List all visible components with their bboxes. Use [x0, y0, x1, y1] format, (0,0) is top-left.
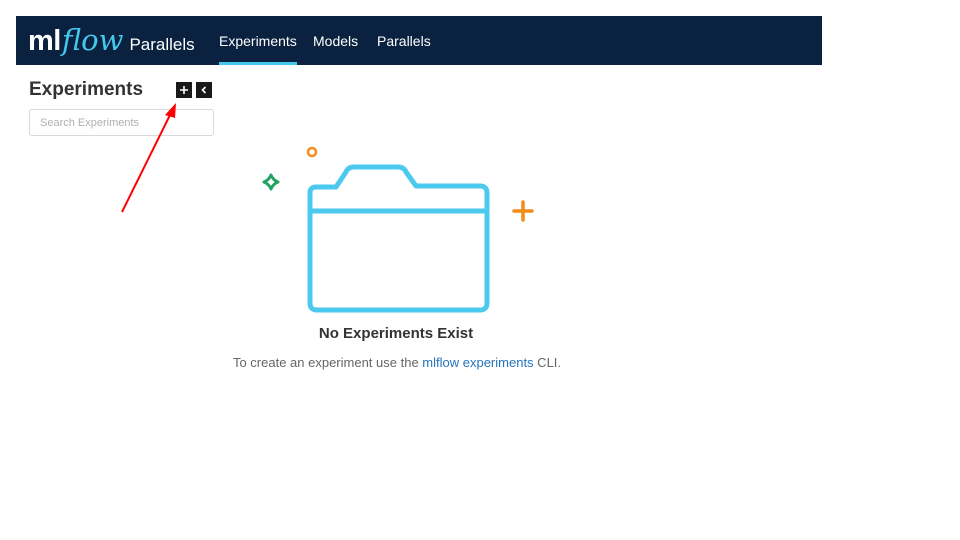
- chevron-left-icon: [201, 86, 207, 94]
- logo-product-text: Parallels: [129, 35, 195, 54]
- collapse-sidebar-button[interactable]: [196, 82, 212, 98]
- mlflow-logo[interactable]: ml flow Parallels: [28, 23, 195, 57]
- empty-desc-prefix: To create an experiment use the: [232, 355, 423, 370]
- mlflow-experiments-cli-link[interactable]: mlflow experiments: [422, 355, 533, 370]
- sidebar-title: Experiments: [29, 79, 144, 100]
- add-experiment-button[interactable]: [176, 82, 192, 98]
- empty-desc-suffix: CLI.: [533, 355, 562, 370]
- plus-icon: [180, 86, 188, 94]
- nav-experiments[interactable]: Experiments: [219, 16, 297, 65]
- logo-ml-text: ml: [28, 25, 61, 57]
- folder-icon: [307, 164, 490, 313]
- empty-state-description: To create an experiment use the mlflow e…: [180, 355, 614, 370]
- search-experiments-input[interactable]: [29, 109, 214, 136]
- logo-flow-text: flow: [61, 23, 124, 57]
- green-star-icon: [262, 173, 280, 191]
- orange-circle-icon: [306, 146, 318, 158]
- nav-models[interactable]: Models: [313, 16, 358, 65]
- empty-state-illustration: [262, 146, 534, 313]
- empty-state-title: No Experiments Exist: [318, 325, 474, 342]
- top-navbar: ml flow Parallels Experiments Models Par…: [16, 16, 822, 65]
- nav-parallels[interactable]: Parallels: [377, 16, 431, 65]
- orange-plus-icon: [512, 200, 534, 222]
